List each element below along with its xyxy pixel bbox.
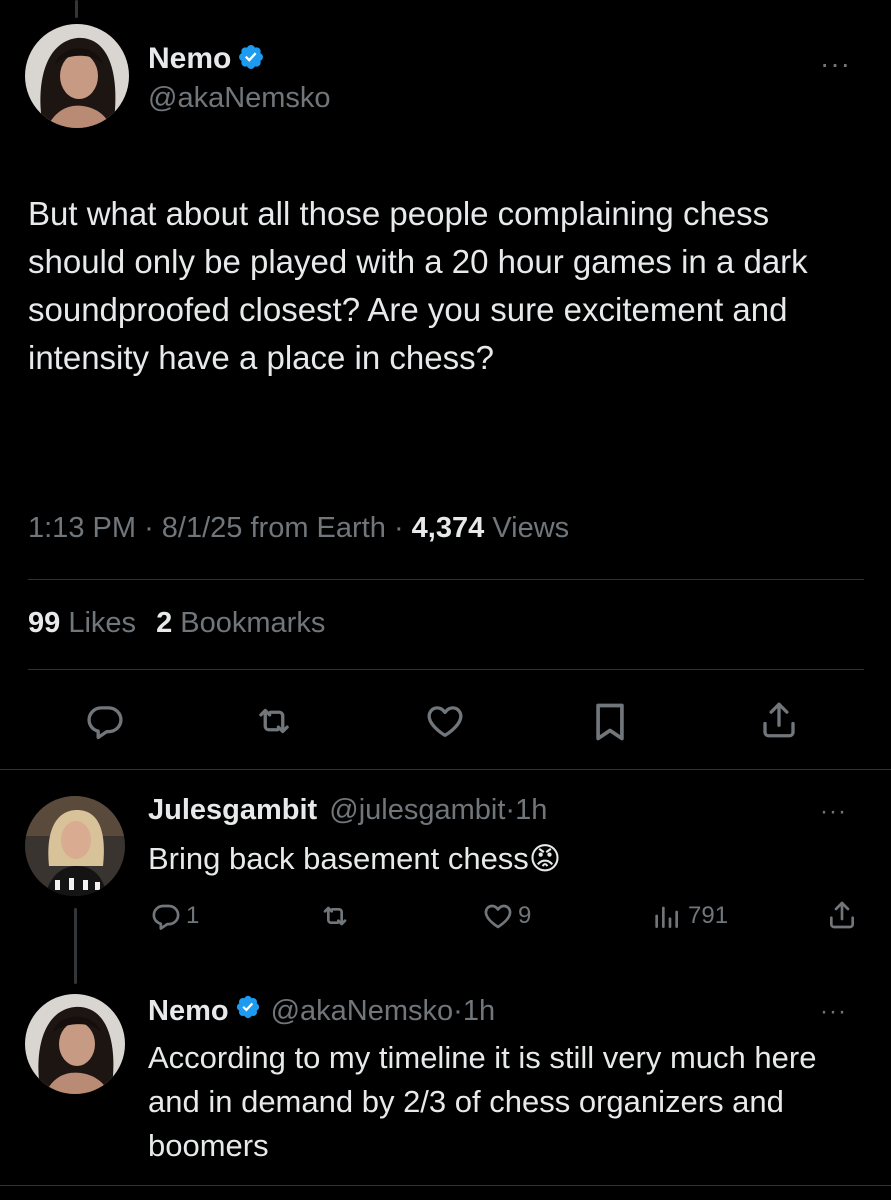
reply-text: Bring back basement chess😡 (148, 838, 561, 880)
reply-icon (152, 904, 180, 930)
reply-time[interactable]: 1h (515, 794, 547, 826)
reply-author-handle[interactable]: @akaNemsko (271, 995, 454, 1028)
reply-author-handle[interactable]: @julesgambit (329, 794, 505, 826)
tweet-text: But what about all those people complain… (28, 195, 808, 376)
reply-author-name[interactable]: Julesgambit (148, 794, 317, 826)
bookmarks-label: Bookmarks (180, 607, 326, 639)
retweet-icon (323, 906, 347, 926)
author-name[interactable]: Nemo (148, 42, 231, 76)
reply-icon (87, 706, 123, 740)
reply-text: According to my timeline it is still ver… (148, 1040, 817, 1163)
retweet-icon (259, 708, 289, 734)
thread-line (74, 908, 77, 984)
share-icon (830, 901, 854, 929)
likes-label: Likes (68, 607, 137, 639)
share-button[interactable] (826, 898, 858, 932)
views-label: Views (492, 512, 570, 544)
meta-separator: · (453, 994, 463, 1027)
more-options-icon[interactable]: ··· (820, 50, 851, 78)
reply-header: Nemo @akaNemsko · 1h (148, 994, 495, 1028)
heart-icon (484, 904, 512, 929)
meta-separator: · (144, 512, 154, 544)
like-button[interactable] (424, 700, 466, 742)
avatar-image (25, 24, 129, 128)
more-options-icon[interactable]: ··· (820, 1000, 847, 1024)
like-count: 9 (518, 902, 532, 929)
bookmarks-count: 2 (156, 607, 173, 639)
verified-badge-icon (237, 43, 265, 76)
avatar[interactable] (25, 994, 125, 1094)
tweet-date[interactable]: 8/1/25 (162, 512, 243, 544)
views-bar-icon (655, 906, 678, 928)
bookmark-icon (596, 703, 624, 741)
view-count: 791 (688, 902, 729, 929)
engagement-stats: 99 Likes 2 Bookmarks (28, 607, 325, 640)
reply-author-name[interactable]: Nemo (148, 995, 229, 1028)
heart-icon (427, 706, 463, 738)
likes-stat[interactable]: 99 Likes (28, 607, 144, 639)
bookmarks-stat[interactable]: 2 Bookmarks (156, 607, 325, 639)
reply-header: Julesgambit @julesgambit·1h (148, 794, 547, 827)
retweet-button[interactable] (318, 900, 352, 932)
views-count: 4,374 (411, 512, 485, 544)
meta-separator: · (505, 794, 516, 826)
reply-button[interactable] (84, 700, 126, 742)
avatar[interactable] (25, 24, 129, 128)
avatar-image (25, 994, 125, 1094)
reply-button[interactable]: 1 (150, 900, 199, 932)
divider (0, 769, 891, 770)
share-button[interactable] (758, 698, 800, 742)
tweet-source: from Earth (250, 512, 386, 544)
more-options-icon[interactable]: ··· (820, 800, 847, 824)
verified-badge-icon (235, 994, 261, 1028)
divider (28, 579, 864, 580)
retweet-button[interactable] (252, 700, 296, 742)
avatar[interactable] (25, 796, 125, 896)
angry-face-emoji: 😡 (528, 841, 562, 876)
share-icon (763, 702, 795, 738)
thread-line-top (75, 0, 78, 18)
tweet-meta: 1:13 PM · 8/1/25 from Earth · 4,374 View… (28, 512, 569, 545)
author-handle[interactable]: @akaNemsko (148, 82, 331, 115)
meta-separator: · (393, 512, 404, 544)
likes-count: 99 (28, 607, 61, 639)
divider (0, 1185, 891, 1186)
divider (28, 669, 864, 670)
bookmark-button[interactable] (591, 700, 629, 744)
avatar-image (25, 796, 125, 896)
reply-text-content: Bring back basement chess (148, 841, 529, 876)
reply-count: 1 (186, 902, 200, 929)
tweet-time[interactable]: 1:13 PM (28, 512, 136, 544)
reply-time[interactable]: 1h (463, 995, 495, 1028)
main-author-block: Nemo @akaNemsko (148, 42, 331, 115)
like-button[interactable]: 9 (482, 900, 531, 932)
views-button[interactable]: 791 (650, 900, 728, 932)
